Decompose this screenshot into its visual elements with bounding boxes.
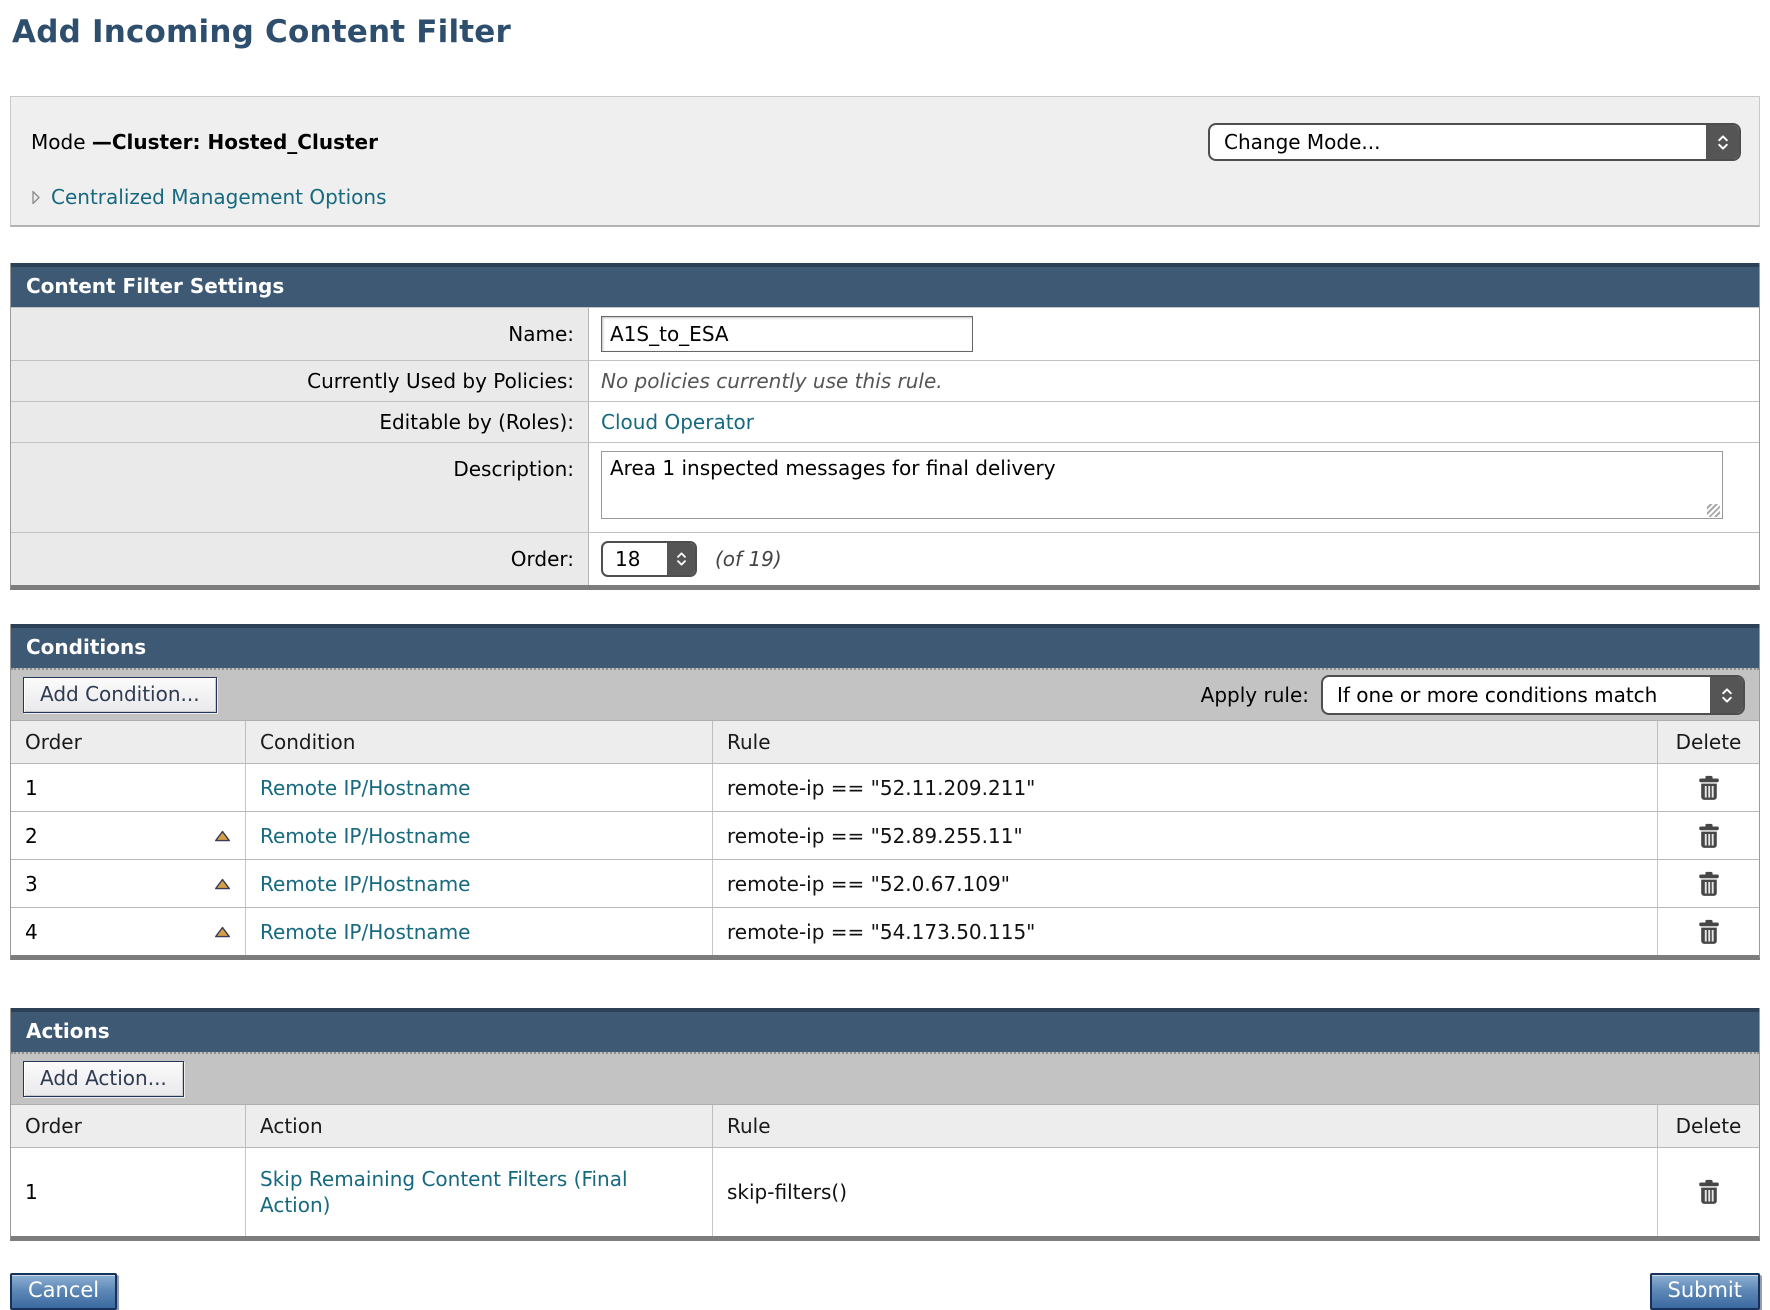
trash-icon [1697, 919, 1721, 945]
page-title: Add Incoming Content Filter [12, 14, 1760, 50]
move-up-button[interactable] [214, 878, 231, 890]
settings-row-editable: Editable by (Roles): Cloud Operator [11, 401, 1759, 442]
delete-button[interactable] [1697, 1179, 1721, 1205]
change-mode-select-value: Change Mode... [1210, 125, 1706, 159]
condition-rule: remote-ip == "52.0.67.109" [727, 872, 1010, 896]
trash-icon [1697, 1179, 1721, 1205]
condition-order: 3 [25, 872, 38, 896]
condition-row: 1 Remote IP/Hostname remote-ip == "52.11… [11, 763, 1759, 811]
action-row: 1 Skip Remaining Content Filters (Final … [11, 1147, 1759, 1236]
conditions-header: Conditions [11, 624, 1759, 668]
mode-value: —Cluster: Hosted_Cluster [92, 130, 378, 154]
actions-header: Actions [11, 1008, 1759, 1052]
description-label: Description: [11, 443, 589, 532]
settings-row-policies: Currently Used by Policies: No policies … [11, 360, 1759, 401]
order-select[interactable]: 18 [601, 541, 697, 577]
move-up-icon [214, 926, 231, 938]
column-condition: Condition [246, 721, 713, 763]
order-select-value: 18 [603, 543, 667, 575]
change-mode-select[interactable]: Change Mode... [1208, 123, 1741, 161]
column-rule: Rule [713, 1105, 1658, 1147]
move-up-icon [214, 878, 231, 890]
centralized-management-options-link[interactable]: Centralized Management Options [51, 185, 387, 209]
mode-text: Mode —Cluster: Hosted_Cluster [31, 130, 378, 154]
conditions-toolbar: Add Condition... Apply rule: If one or m… [11, 668, 1759, 720]
description-textarea[interactable]: Area 1 inspected messages for final deli… [601, 451, 1723, 519]
mode-label: Mode [31, 130, 92, 154]
column-delete: Delete [1658, 1105, 1759, 1147]
column-order: Order [11, 721, 246, 763]
column-delete: Delete [1658, 721, 1759, 763]
condition-order: 2 [25, 824, 38, 848]
condition-row: 3 Remote IP/Hostname remote-ip == "52.0.… [11, 859, 1759, 907]
action-link[interactable]: Skip Remaining Content Filters (Final Ac… [260, 1166, 680, 1218]
select-spinner-icon [1710, 677, 1743, 713]
editable-label: Editable by (Roles): [11, 402, 589, 442]
add-action-button[interactable]: Add Action... [23, 1061, 184, 1097]
policies-value: No policies currently use this rule. [601, 369, 943, 393]
content-filter-settings-panel: Content Filter Settings Name: Currently … [10, 263, 1760, 590]
delete-button[interactable] [1697, 919, 1721, 945]
condition-link[interactable]: Remote IP/Hostname [260, 919, 470, 945]
order-label: Order: [11, 533, 589, 585]
mode-panel: Mode —Cluster: Hosted_Cluster Change Mod… [10, 96, 1760, 227]
add-condition-button[interactable]: Add Condition... [23, 677, 217, 713]
page: Add Incoming Content Filter Mode —Cluste… [0, 0, 1770, 1310]
conditions-panel: Conditions Add Condition... Apply rule: … [10, 624, 1760, 960]
column-action: Action [246, 1105, 713, 1147]
condition-link[interactable]: Remote IP/Hostname [260, 871, 470, 897]
condition-order: 1 [25, 776, 38, 800]
action-order: 1 [25, 1180, 38, 1204]
action-rule: skip-filters() [727, 1180, 847, 1204]
condition-order: 4 [25, 920, 38, 944]
condition-rule: remote-ip == "54.173.50.115" [727, 920, 1035, 944]
move-up-icon [214, 830, 231, 842]
actions-column-header: Order Action Rule Delete [11, 1104, 1759, 1147]
delete-button[interactable] [1697, 823, 1721, 849]
settings-header: Content Filter Settings [11, 263, 1759, 307]
settings-row-description: Description: Area 1 inspected messages f… [11, 442, 1759, 532]
name-input[interactable] [601, 316, 973, 352]
condition-rule: remote-ip == "52.89.255.11" [727, 824, 1023, 848]
name-label: Name: [11, 308, 589, 360]
condition-link[interactable]: Remote IP/Hostname [260, 775, 470, 801]
apply-rule-select[interactable]: If one or more conditions match [1321, 675, 1745, 715]
delete-button[interactable] [1697, 775, 1721, 801]
order-total: (of 19) [715, 547, 782, 571]
condition-rule: remote-ip == "52.11.209.211" [727, 776, 1035, 800]
apply-rule-label: Apply rule: [1201, 683, 1309, 707]
cloud-operator-link[interactable]: Cloud Operator [601, 410, 754, 434]
settings-row-order: Order: 18 (of 19) [11, 532, 1759, 585]
select-spinner-icon [667, 543, 695, 575]
trash-icon [1697, 823, 1721, 849]
actions-toolbar: Add Action... [11, 1052, 1759, 1104]
trash-icon [1697, 775, 1721, 801]
delete-button[interactable] [1697, 871, 1721, 897]
trash-icon [1697, 871, 1721, 897]
select-spinner-icon [1706, 125, 1739, 159]
disclosure-triangle-icon[interactable] [31, 190, 41, 205]
footer-bar: Cancel Submit [10, 1273, 1760, 1310]
condition-row: 4 Remote IP/Hostname remote-ip == "54.17… [11, 907, 1759, 955]
settings-row-name: Name: [11, 307, 1759, 360]
column-order: Order [11, 1105, 246, 1147]
move-up-button[interactable] [214, 830, 231, 842]
move-up-button[interactable] [214, 926, 231, 938]
apply-rule-select-value: If one or more conditions match [1323, 677, 1710, 713]
conditions-column-header: Order Condition Rule Delete [11, 720, 1759, 763]
submit-button[interactable]: Submit [1650, 1273, 1761, 1310]
cancel-button[interactable]: Cancel [10, 1273, 117, 1310]
actions-panel: Actions Add Action... Order Action Rule … [10, 1008, 1760, 1241]
condition-row: 2 Remote IP/Hostname remote-ip == "52.89… [11, 811, 1759, 859]
column-rule: Rule [713, 721, 1658, 763]
policies-label: Currently Used by Policies: [11, 361, 589, 401]
condition-link[interactable]: Remote IP/Hostname [260, 823, 470, 849]
